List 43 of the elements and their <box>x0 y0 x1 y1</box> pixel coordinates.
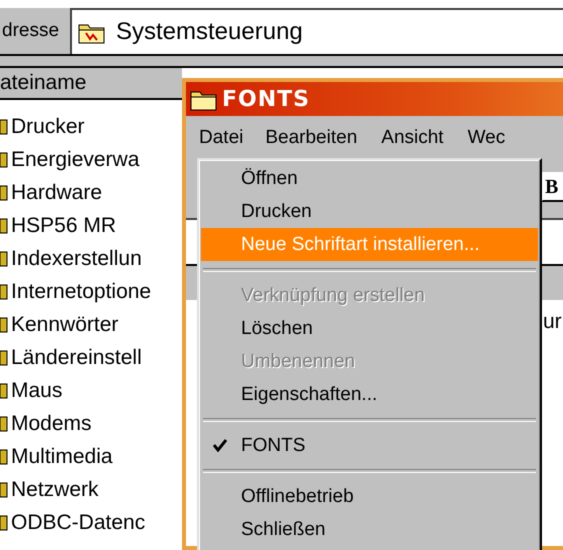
toolbar-button[interactable]: B <box>541 172 563 202</box>
file-name[interactable]: ODBC-Datenc <box>11 510 146 534</box>
window-title: FONTS <box>222 86 310 112</box>
applet-icon <box>0 216 8 234</box>
applet-icon <box>0 250 8 268</box>
menu-bar-item[interactable]: Bearbeiten <box>256 122 366 154</box>
menu-bar-item[interactable]: Wec <box>458 122 514 154</box>
file-name[interactable]: Internetoptione <box>11 280 152 304</box>
menu-bar-item[interactable]: Ansicht <box>372 122 453 154</box>
file-name[interactable]: Indexerstellun <box>11 246 142 270</box>
file-name[interactable]: Kennwörter <box>11 312 118 336</box>
applet-icon <box>0 348 8 366</box>
file-name[interactable]: Ländereinstell <box>11 346 142 370</box>
list-text: ur <box>543 310 563 334</box>
file-name[interactable]: Multimedia <box>11 444 113 468</box>
applet-icon <box>0 448 8 466</box>
file-name[interactable]: Hardware <box>11 180 102 204</box>
applet-icon <box>0 150 8 168</box>
file-name[interactable]: Modems <box>11 412 92 436</box>
applet-icon <box>0 184 8 202</box>
file-name[interactable]: HSP56 MR <box>11 214 116 238</box>
applet-icon <box>0 382 8 400</box>
menu-item[interactable]: Drucken <box>201 195 538 228</box>
applet-icon <box>0 118 8 136</box>
address-label: dresse <box>1 19 60 43</box>
applet-icon <box>0 316 8 334</box>
applet-icon <box>0 282 8 300</box>
address-field[interactable]: Systemsteuerung <box>70 8 563 54</box>
column-header[interactable]: ateiname <box>0 68 182 100</box>
file-name[interactable]: Drucker <box>11 114 85 138</box>
menu-item[interactable]: Offlinebetrieb <box>201 480 538 513</box>
menu-bar-item[interactable]: Datei <box>192 124 250 152</box>
applet-icon <box>0 414 8 432</box>
menu-item[interactable]: Löschen <box>201 312 538 345</box>
file-name[interactable]: Energieverwa <box>11 148 140 172</box>
menu-item[interactable]: Eigenschaften... <box>201 378 538 411</box>
file-name[interactable]: Maus <box>11 378 62 402</box>
applet-icon <box>0 480 8 498</box>
menu-item[interactable]: FONTS <box>201 429 538 462</box>
menu-item[interactable]: Schließen <box>201 513 538 546</box>
applet-icon <box>0 514 8 532</box>
menu-item[interactable]: Öffnen <box>201 162 538 195</box>
file-name[interactable]: Netzwerk <box>11 478 99 502</box>
